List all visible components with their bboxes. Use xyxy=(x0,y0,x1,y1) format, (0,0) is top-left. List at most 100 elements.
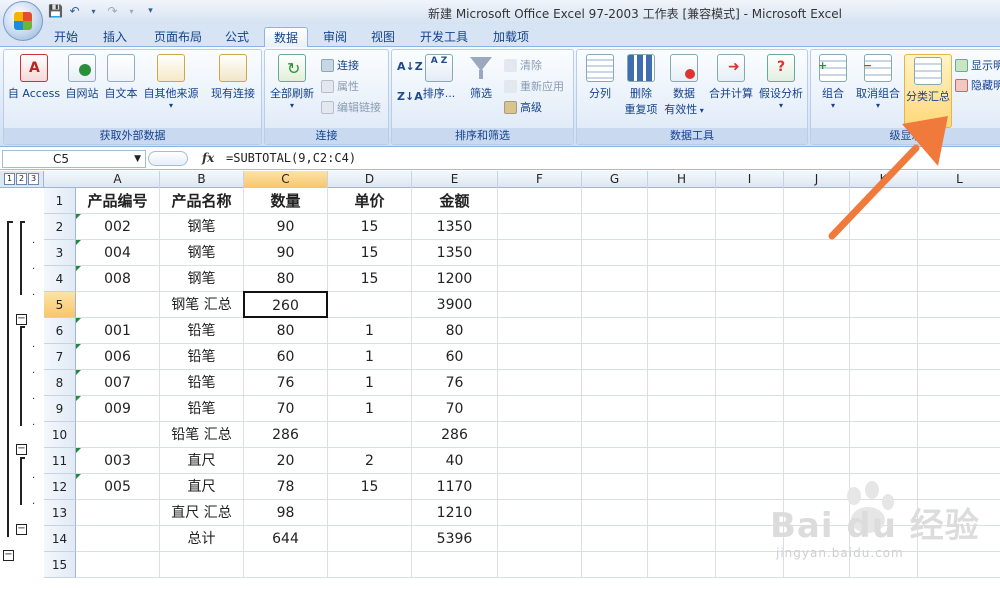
formula-bar-resize-handle-icon[interactable] xyxy=(148,151,188,166)
cell-g10[interactable] xyxy=(582,422,648,448)
row-header-3[interactable]: 3 xyxy=(44,240,76,266)
cell-f14[interactable] xyxy=(498,526,582,552)
cell-j1[interactable] xyxy=(784,188,850,214)
cell-e4[interactable]: 1200 xyxy=(412,266,498,292)
collapse-group3-button[interactable]: − xyxy=(16,524,27,535)
cell-c8[interactable]: 76 xyxy=(244,370,328,396)
filter-button[interactable]: 筛选 xyxy=(464,54,498,101)
cell-b5[interactable]: 钢笔 汇总 xyxy=(160,292,244,318)
cell-e7[interactable]: 60 xyxy=(412,344,498,370)
cell-a8[interactable]: 007 xyxy=(76,370,160,396)
cell-f4[interactable] xyxy=(498,266,582,292)
refresh-all-button[interactable]: ↻ 全部刷新 ▾ xyxy=(267,54,317,110)
cell-d3[interactable]: 15 xyxy=(328,240,412,266)
cell-j12[interactable] xyxy=(784,474,850,500)
cell-e14[interactable]: 5396 xyxy=(412,526,498,552)
fx-icon[interactable]: fx xyxy=(202,151,214,165)
clear-filter-button[interactable]: 清除 xyxy=(504,57,542,73)
cell-l1[interactable] xyxy=(918,188,1000,214)
sort-ascending-button[interactable]: A↓Z xyxy=(397,60,423,73)
cell-a14[interactable] xyxy=(76,526,160,552)
from-text-button[interactable]: 自文本 xyxy=(102,54,140,101)
cell-c12[interactable]: 78 xyxy=(244,474,328,500)
cell-f1[interactable] xyxy=(498,188,582,214)
row-header-13[interactable]: 13 xyxy=(44,500,76,526)
cell-b10[interactable]: 铅笔 汇总 xyxy=(160,422,244,448)
cell-c13[interactable]: 98 xyxy=(244,500,328,526)
cell-f8[interactable] xyxy=(498,370,582,396)
subtotal-button[interactable]: 分类汇总 xyxy=(904,54,952,128)
cell-e3[interactable]: 1350 xyxy=(412,240,498,266)
row-header-9[interactable]: 9 xyxy=(44,396,76,422)
tab-home[interactable]: 开始 xyxy=(48,27,84,47)
cell-d7[interactable]: 1 xyxy=(328,344,412,370)
cell-k5[interactable] xyxy=(850,292,918,318)
cell-j15[interactable] xyxy=(784,552,850,578)
cell-g12[interactable] xyxy=(582,474,648,500)
cell-a9[interactable]: 009 xyxy=(76,396,160,422)
cell-d5[interactable] xyxy=(328,292,412,318)
cell-i7[interactable] xyxy=(716,344,784,370)
cell-j8[interactable] xyxy=(784,370,850,396)
cell-c2[interactable]: 90 xyxy=(244,214,328,240)
cell-k13[interactable] xyxy=(850,500,918,526)
column-header-b[interactable]: B xyxy=(160,171,244,188)
cell-l12[interactable] xyxy=(918,474,1000,500)
advanced-filter-button[interactable]: 高级 xyxy=(504,99,542,115)
cell-c7[interactable]: 60 xyxy=(244,344,328,370)
cell-i4[interactable] xyxy=(716,266,784,292)
cell-k12[interactable] xyxy=(850,474,918,500)
cell-b13[interactable]: 直尺 汇总 xyxy=(160,500,244,526)
cell-l8[interactable] xyxy=(918,370,1000,396)
cell-i5[interactable] xyxy=(716,292,784,318)
row-header-8[interactable]: 8 xyxy=(44,370,76,396)
column-header-h[interactable]: H xyxy=(648,171,716,188)
cell-c10[interactable]: 286 xyxy=(244,422,328,448)
cell-h4[interactable] xyxy=(648,266,716,292)
cell-j7[interactable] xyxy=(784,344,850,370)
cell-e11[interactable]: 40 xyxy=(412,448,498,474)
row-header-12[interactable]: 12 xyxy=(44,474,76,500)
tab-page-layout[interactable]: 页面布局 xyxy=(145,27,211,47)
tab-data[interactable]: 数据 xyxy=(264,27,308,47)
column-header-g[interactable]: G xyxy=(582,171,648,188)
cell-l11[interactable] xyxy=(918,448,1000,474)
cell-k7[interactable] xyxy=(850,344,918,370)
cell-h7[interactable] xyxy=(648,344,716,370)
row-header-6[interactable]: 6 xyxy=(44,318,76,344)
cell-j3[interactable] xyxy=(784,240,850,266)
cell-i8[interactable] xyxy=(716,370,784,396)
hide-detail-button[interactable]: 隐藏明 xyxy=(955,77,1000,93)
cell-a7[interactable]: 006 xyxy=(76,344,160,370)
cell-a2[interactable]: 002 xyxy=(76,214,160,240)
text-to-columns-button[interactable]: 分列 xyxy=(581,54,619,101)
cell-e5[interactable]: 3900 xyxy=(412,292,498,318)
cell-k9[interactable] xyxy=(850,396,918,422)
cell-i2[interactable] xyxy=(716,214,784,240)
sort-button[interactable]: A Z 排序... xyxy=(422,54,456,101)
office-button[interactable] xyxy=(3,1,43,41)
cell-l10[interactable] xyxy=(918,422,1000,448)
cell-a10[interactable] xyxy=(76,422,160,448)
row-header-1[interactable]: 1 xyxy=(44,188,76,214)
cell-i12[interactable] xyxy=(716,474,784,500)
cell-g8[interactable] xyxy=(582,370,648,396)
tab-addins[interactable]: 加载项 xyxy=(484,27,538,47)
cell-e15[interactable] xyxy=(412,552,498,578)
cell-h6[interactable] xyxy=(648,318,716,344)
cell-a13[interactable] xyxy=(76,500,160,526)
what-if-analysis-button[interactable]: ? 假设分析 ▾ xyxy=(757,54,805,110)
cell-d13[interactable] xyxy=(328,500,412,526)
reapply-button[interactable]: 重新应用 xyxy=(504,78,564,94)
cell-d9[interactable]: 1 xyxy=(328,396,412,422)
edit-links-button[interactable]: 编辑链接 xyxy=(321,99,381,115)
formula-input[interactable]: =SUBTOTAL(9,C2:C4) xyxy=(226,151,356,165)
consolidate-button[interactable]: ➜ 合并计算 xyxy=(707,54,755,101)
row-header-2[interactable]: 2 xyxy=(44,214,76,240)
cell-d11[interactable]: 2 xyxy=(328,448,412,474)
cell-b14[interactable]: 总计 xyxy=(160,526,244,552)
row-header-4[interactable]: 4 xyxy=(44,266,76,292)
cell-i15[interactable] xyxy=(716,552,784,578)
cell-h10[interactable] xyxy=(648,422,716,448)
cell-l2[interactable] xyxy=(918,214,1000,240)
